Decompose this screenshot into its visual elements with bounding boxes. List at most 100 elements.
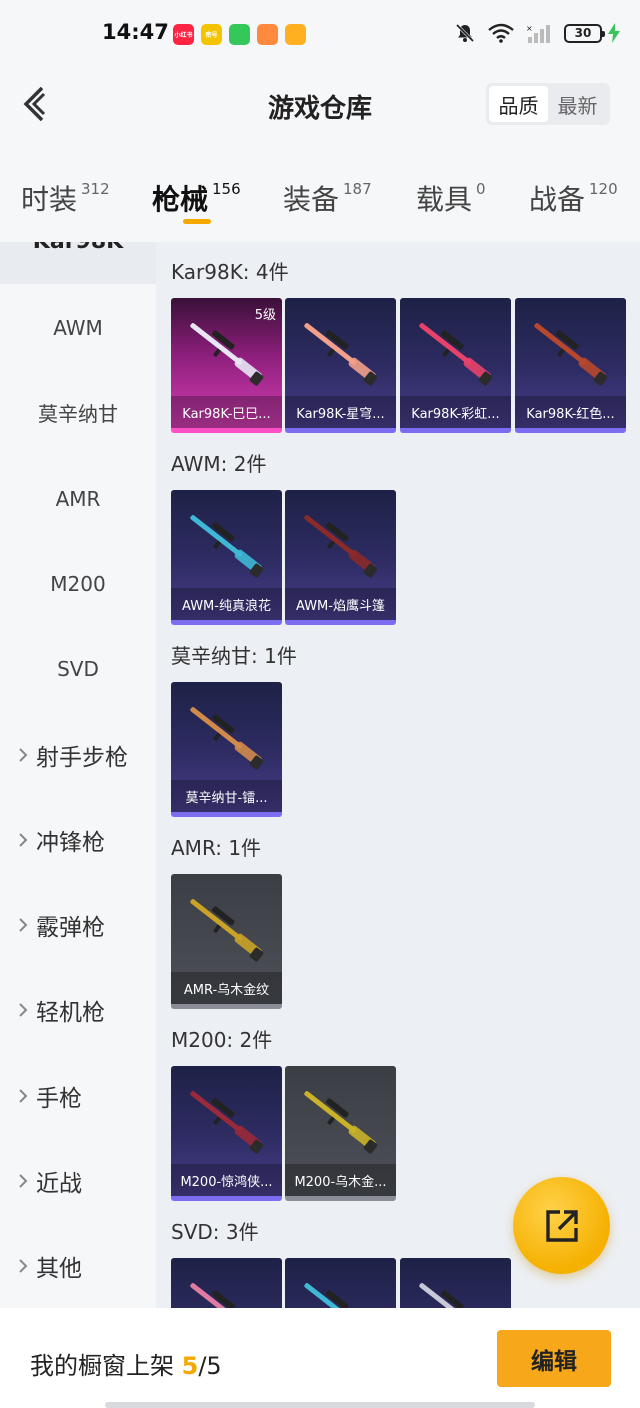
chevron-right-icon	[19, 832, 28, 847]
section-title: Kar98K: 4件	[171, 260, 289, 284]
sidebar-group-melee[interactable]: 近战	[0, 1138, 156, 1223]
weapon-skin-card[interactable]	[400, 1258, 511, 1308]
section-title: M200: 2件	[171, 1028, 273, 1052]
showcase-label: 我的橱窗上架	[30, 1352, 174, 1380]
sidebar-group-marksman[interactable]: 射手步枪	[0, 712, 156, 797]
sidebar-group-smg[interactable]: 冲锋枪	[0, 797, 156, 882]
sidebar-group-label: 近战	[36, 1170, 82, 1197]
sort-by-quality-button[interactable]: 品质	[489, 86, 548, 122]
game-app-icon	[257, 24, 278, 45]
tab-fashion[interactable]: 时装 312	[21, 178, 110, 218]
sidebar-group-label: 冲锋枪	[36, 829, 105, 856]
battery-icon: 30	[564, 23, 605, 43]
rifle-icon	[190, 707, 264, 770]
game-app-icon-2	[285, 24, 306, 45]
weapon-skin-card[interactable]: 5级 Kar98K-巳巳...	[171, 298, 282, 433]
edit-button[interactable]: 编辑	[497, 1330, 611, 1387]
weapon-skin-card[interactable]	[171, 1258, 282, 1308]
skin-name: Kar98K-红色...	[515, 396, 626, 428]
skin-name: AWM-焰鹰斗篷	[285, 588, 396, 620]
status-bar: 14:47 小红书 密号 × 30	[0, 0, 640, 70]
tab-firearms[interactable]: 枪械 156	[152, 178, 241, 218]
sidebar-group-shotgun[interactable]: 霰弹枪	[0, 882, 156, 967]
category-tabs: 时装 312 枪械 156 装备 187 载具 0 战备 120	[0, 142, 640, 242]
sort-by-newest-button[interactable]: 最新	[548, 86, 607, 122]
sidebar-item-amr[interactable]: AMR	[0, 456, 156, 541]
sidebar-group-label: 轻机枪	[36, 999, 105, 1026]
weapon-skin-card[interactable]: Kar98K-星穹...	[285, 298, 396, 433]
tab-label: 载具	[416, 183, 473, 216]
tab-label: 时装	[21, 183, 78, 216]
rifle-icon	[304, 323, 378, 386]
showcase-total: /5	[198, 1352, 222, 1380]
charging-bolt-icon	[608, 23, 620, 43]
status-indicators: × 30	[454, 22, 620, 44]
sidebar-item-awm[interactable]: AWM	[0, 285, 156, 370]
showcase-bar: 我的橱窗上架 5/5 编辑	[0, 1308, 640, 1408]
mute-bell-icon	[455, 23, 475, 43]
share-icon	[545, 1209, 578, 1242]
weapon-skin-card[interactable]	[285, 1258, 396, 1308]
tab-vehicles[interactable]: 载具 0	[416, 178, 486, 218]
status-time: 14:47	[102, 20, 169, 44]
section-title: AWM: 2件	[171, 452, 267, 476]
showcase-current: 5	[181, 1352, 199, 1380]
wifi-icon	[488, 23, 514, 43]
sidebar-item-m200[interactable]: M200	[0, 541, 156, 626]
rifle-icon	[534, 323, 608, 386]
rifle-icon	[304, 1283, 357, 1308]
weapon-skin-card[interactable]: 莫辛纳甘-镭...	[171, 682, 282, 817]
skin-name: Kar98K-巳巳...	[171, 396, 282, 428]
chevron-right-icon	[19, 1002, 28, 1017]
tab-label: 战备	[529, 183, 586, 216]
sidebar-item-svd[interactable]: SVD	[0, 626, 156, 711]
sidebar-group-other[interactable]: 其他	[0, 1223, 156, 1308]
skin-name: M200-乌木金...	[285, 1164, 396, 1196]
weapon-inventory-grid: Kar98K: 4件 5级 Kar98K-巳巳... Kar98K-星穹... Kar9…	[156, 242, 640, 1308]
rifle-icon	[190, 899, 264, 962]
weapon-skin-card[interactable]: M200-乌木金...	[285, 1066, 396, 1201]
sidebar-group-label: 射手步枪	[36, 744, 128, 771]
cellular-signal-icon: ×	[526, 24, 550, 43]
sidebar-item-kar98k[interactable]: Kar98K	[0, 242, 156, 284]
tab-count: 187	[343, 180, 372, 198]
xiaohongshu-icon: 小红书	[173, 24, 194, 45]
chevron-right-icon	[19, 1173, 28, 1188]
tab-count: 156	[212, 180, 241, 198]
rifle-icon	[190, 1091, 264, 1154]
weapon-skin-card[interactable]: AWM-焰鹰斗篷	[285, 490, 396, 625]
weapon-skin-card[interactable]: M200-惊鸿侠...	[171, 1066, 282, 1201]
tab-count: 120	[589, 180, 618, 198]
weapon-skin-card[interactable]: Kar98K-彩虹...	[400, 298, 511, 433]
chevron-right-icon	[19, 747, 28, 762]
back-button[interactable]	[18, 84, 58, 124]
tab-label: 枪械	[152, 183, 209, 216]
sidebar-group-label: 手枪	[36, 1085, 82, 1112]
chevron-right-icon	[19, 1258, 28, 1273]
battery-level: 30	[574, 26, 592, 40]
rifle-icon	[419, 323, 493, 386]
weapon-skin-card[interactable]: Kar98K-红色...	[515, 298, 626, 433]
skin-name: AWM-纯真浪花	[171, 588, 282, 620]
weapon-skin-card[interactable]: AWM-纯真浪花	[171, 490, 282, 625]
sidebar-group-label: 霰弹枪	[36, 914, 105, 941]
tab-count: 312	[81, 180, 110, 198]
share-button[interactable]	[513, 1177, 610, 1274]
svg-text:×: ×	[526, 24, 533, 33]
showcase-status: 我的橱窗上架 5/5	[30, 1346, 222, 1381]
active-tab-indicator	[183, 219, 211, 224]
back-arrow-icon	[23, 86, 46, 122]
sidebar-group-pistol[interactable]: 手枪	[0, 1053, 156, 1138]
weapon-sidebar: Kar98K AWM 莫辛纳甘 AMR M200 SVD 射手步枪 冲锋枪 霰弹…	[0, 242, 156, 1308]
notification-icons: 小红书 密号	[173, 24, 306, 45]
sidebar-group-lmg[interactable]: 轻机枪	[0, 967, 156, 1052]
weapon-skin-card[interactable]: AMR-乌木金纹	[171, 874, 282, 1009]
rifle-icon	[190, 323, 264, 386]
header: 游戏仓库 品质 最新	[0, 70, 640, 142]
section-title: AMR: 1件	[171, 836, 262, 860]
sidebar-group-label: 其他	[36, 1255, 82, 1282]
account-app-icon: 密号	[201, 24, 222, 45]
tab-equipment[interactable]: 装备 187	[283, 178, 372, 218]
tab-battle-gear[interactable]: 战备 120	[529, 178, 618, 218]
sidebar-item-mosin[interactable]: 莫辛纳甘	[0, 370, 156, 455]
